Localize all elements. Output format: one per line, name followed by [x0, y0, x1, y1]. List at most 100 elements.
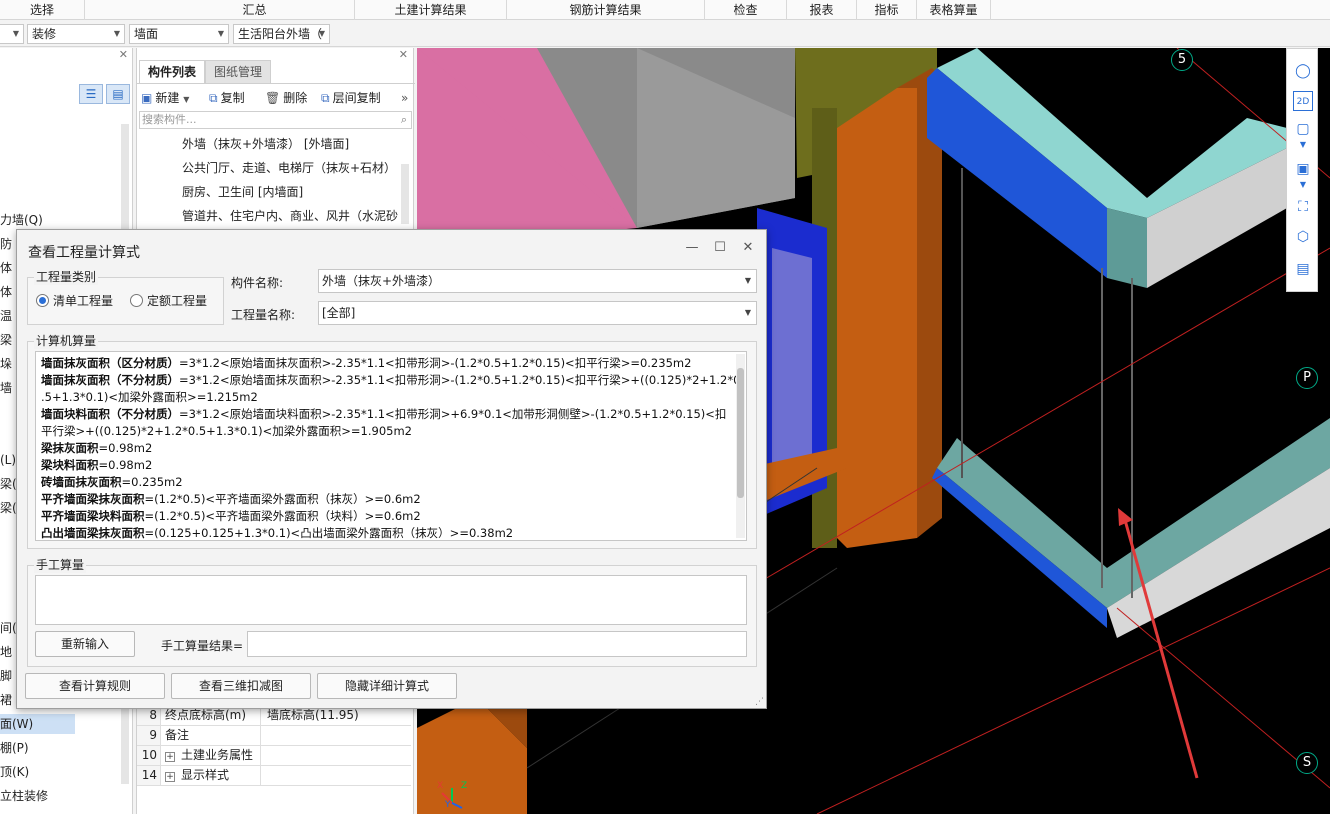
- prop-row[interactable]: 10 + 土建业务属性: [137, 746, 411, 766]
- subtype-dropdown[interactable]: 墙面 ▼: [129, 24, 229, 44]
- nav-item[interactable]: 力墙(Q): [0, 210, 43, 230]
- calc-line: 平齐墙面梁块料面积=(1.2*0.5)<平齐墙面梁外露面积（块料）>=0.6m2: [41, 509, 421, 523]
- menu-check[interactable]: 检查: [705, 0, 787, 20]
- iso-view-icon[interactable]: ⬡: [1293, 227, 1313, 247]
- tree-scrollbar[interactable]: [401, 164, 409, 224]
- radio-selected-icon: [36, 294, 49, 307]
- menu-rebar-results[interactable]: 钢筋计算结果: [507, 0, 705, 20]
- component-name-label: 构件名称:: [231, 276, 284, 290]
- copy-icon: ⧉: [209, 91, 218, 105]
- floor-copy-button[interactable]: ⧉ 层间复制: [321, 88, 381, 108]
- list-view-icon[interactable]: ▤: [1293, 259, 1313, 279]
- manual-result-input[interactable]: [247, 631, 747, 657]
- manual-formula-input[interactable]: [35, 575, 747, 625]
- minimize-icon[interactable]: —: [682, 238, 702, 258]
- radio-quota-quantity[interactable]: 定额工程量: [130, 292, 207, 309]
- type-dropdown[interactable]: 装修 ▼: [27, 24, 125, 44]
- tree-item[interactable]: 管道井、住宅户内、商业、风井（水泥砂: [182, 206, 398, 226]
- gizmo-y-label: Y: [445, 800, 451, 810]
- chevron-down-icon: ▼: [12, 29, 19, 38]
- maximize-icon[interactable]: ☐: [710, 238, 730, 258]
- prop-row[interactable]: 8 终点底标高(m) 墙底标高(11.95): [137, 706, 411, 726]
- quantity-name-select[interactable]: [全部] ▼: [318, 301, 757, 325]
- nav-item[interactable]: 脚: [0, 666, 12, 686]
- close-icon[interactable]: ✕: [399, 48, 408, 61]
- menu-summary[interactable]: 汇总: [155, 0, 355, 20]
- quantity-name-label: 工程量名称:: [231, 308, 296, 322]
- expand-icon[interactable]: +: [165, 752, 175, 762]
- nav-item[interactable]: 梁: [0, 330, 12, 350]
- search-input[interactable]: 搜索构件... ⌕: [139, 111, 412, 129]
- calc-line: .5+1.3*0.1)<加梁外露面积>=1.215m2: [41, 390, 258, 404]
- tab-component-list[interactable]: 构件列表: [139, 60, 206, 83]
- calc-scrollbar[interactable]: [736, 354, 745, 538]
- tree-item[interactable]: 公共门厅、走道、电梯厅（抹灰+石材）: [182, 158, 396, 178]
- menu-report[interactable]: 报表: [787, 0, 857, 20]
- menu-table-quantity[interactable]: 表格算量: [917, 0, 991, 20]
- chevron-down-icon[interactable]: ▼: [1293, 135, 1313, 155]
- nav-item[interactable]: 顶(K): [0, 762, 29, 782]
- new-button[interactable]: ▣ 新建 ▼: [141, 88, 189, 108]
- nav-item[interactable]: 温: [0, 306, 12, 326]
- nav-item[interactable]: 梁(: [0, 474, 17, 494]
- menu-select[interactable]: 选择: [0, 0, 85, 20]
- chevron-down-icon[interactable]: ▼: [1293, 175, 1313, 195]
- 2d-view-icon[interactable]: 2D: [1293, 91, 1313, 111]
- floor-dropdown[interactable]: ▼: [0, 24, 24, 44]
- scroll-thumb[interactable]: [737, 368, 744, 498]
- tree-item[interactable]: 外墙（抹灰+外墙漆） [外墙面]: [182, 134, 349, 154]
- radio-bill-quantity[interactable]: 清单工程量: [36, 292, 113, 309]
- calc-line: 平齐墙面梁抹灰面积=(1.2*0.5)<平齐墙面梁外露面积（抹灰）>=0.6m2: [41, 492, 421, 506]
- menu-civil-results[interactable]: 土建计算结果: [355, 0, 507, 20]
- nav-item[interactable]: 垛: [0, 354, 12, 374]
- reenter-button[interactable]: 重新输入: [35, 631, 135, 657]
- nav-item[interactable]: 体: [0, 282, 12, 302]
- menu-index[interactable]: 指标: [857, 0, 917, 20]
- close-icon[interactable]: ✕: [119, 48, 128, 61]
- hide-details-button[interactable]: 隐藏详细计算式: [317, 673, 457, 699]
- computer-calc-label: 计算机算量: [34, 332, 99, 349]
- more-icon[interactable]: »: [401, 88, 408, 108]
- calc-formula-box[interactable]: 墙面抹灰面积（区分材质）=3*1.2<原始墙面抹灰面积>-2.35*1.1<扣带…: [35, 351, 747, 541]
- tab-drawing-management[interactable]: 图纸管理: [205, 60, 272, 83]
- copy-button[interactable]: ⧉ 复制: [209, 88, 245, 108]
- resize-grip-icon[interactable]: ⋰: [755, 697, 764, 707]
- detail-view-icon[interactable]: ▤: [106, 84, 130, 104]
- component-name-select[interactable]: 外墙（抹灰+外墙漆） ▼: [318, 269, 757, 293]
- nav-item[interactable]: 裙: [0, 690, 12, 710]
- nav-item[interactable]: 体: [0, 258, 12, 278]
- chevron-down-icon: ▼: [744, 276, 751, 285]
- list-view-icon[interactable]: ☰: [79, 84, 103, 104]
- nav-item[interactable]: 立柱装修: [0, 786, 48, 806]
- calc-line: 平行梁>+((0.125)*2+1.2*0.5+1.3*0.1)<加梁外露面积>…: [41, 424, 412, 438]
- tree-item[interactable]: 厨房、卫生间 [内墙面]: [182, 182, 303, 202]
- close-icon[interactable]: ✕: [738, 238, 758, 258]
- fit-icon[interactable]: ⛶: [1293, 197, 1313, 217]
- view-3d-deduction-button[interactable]: 查看三维扣减图: [171, 673, 311, 699]
- view-rules-button[interactable]: 查看计算规则: [25, 673, 165, 699]
- orbit-icon[interactable]: ◯: [1293, 61, 1313, 81]
- nav-item[interactable]: (L): [0, 450, 16, 470]
- delete-button[interactable]: 🗑 删除: [265, 88, 307, 108]
- grid-axis-label[interactable]: S: [1296, 752, 1318, 774]
- nav-item-selected[interactable]: 面(W): [0, 714, 75, 734]
- manual-result-label: 手工算量结果=: [161, 639, 244, 653]
- search-icon: ⌕: [400, 113, 407, 126]
- gizmo-x-label: X: [437, 781, 444, 791]
- prop-row[interactable]: 14 + 显示样式: [137, 766, 411, 786]
- nav-item[interactable]: 地: [0, 642, 12, 662]
- nav-item[interactable]: 防: [0, 234, 12, 254]
- nav-item[interactable]: 棚(P): [0, 738, 29, 758]
- radio-unselected-icon: [130, 294, 143, 307]
- prop-row[interactable]: 9 备注: [137, 726, 411, 746]
- grid-axis-label[interactable]: 5: [1171, 49, 1193, 71]
- nav-item[interactable]: 梁(: [0, 498, 17, 518]
- filter-bar: ▼ 装修 ▼ 墙面 ▼ 生活阳台外墙（ ▼: [0, 21, 1330, 47]
- calc-line: 梁块料面积=0.98m2: [41, 458, 153, 472]
- nav-item[interactable]: 墙: [0, 378, 12, 398]
- chevron-down-icon: ▼: [744, 308, 751, 317]
- expand-icon[interactable]: +: [165, 772, 175, 782]
- component-dropdown[interactable]: 生活阳台外墙（ ▼: [233, 24, 330, 44]
- grid-axis-label[interactable]: P: [1296, 367, 1318, 389]
- nav-item[interactable]: 间(: [0, 618, 17, 638]
